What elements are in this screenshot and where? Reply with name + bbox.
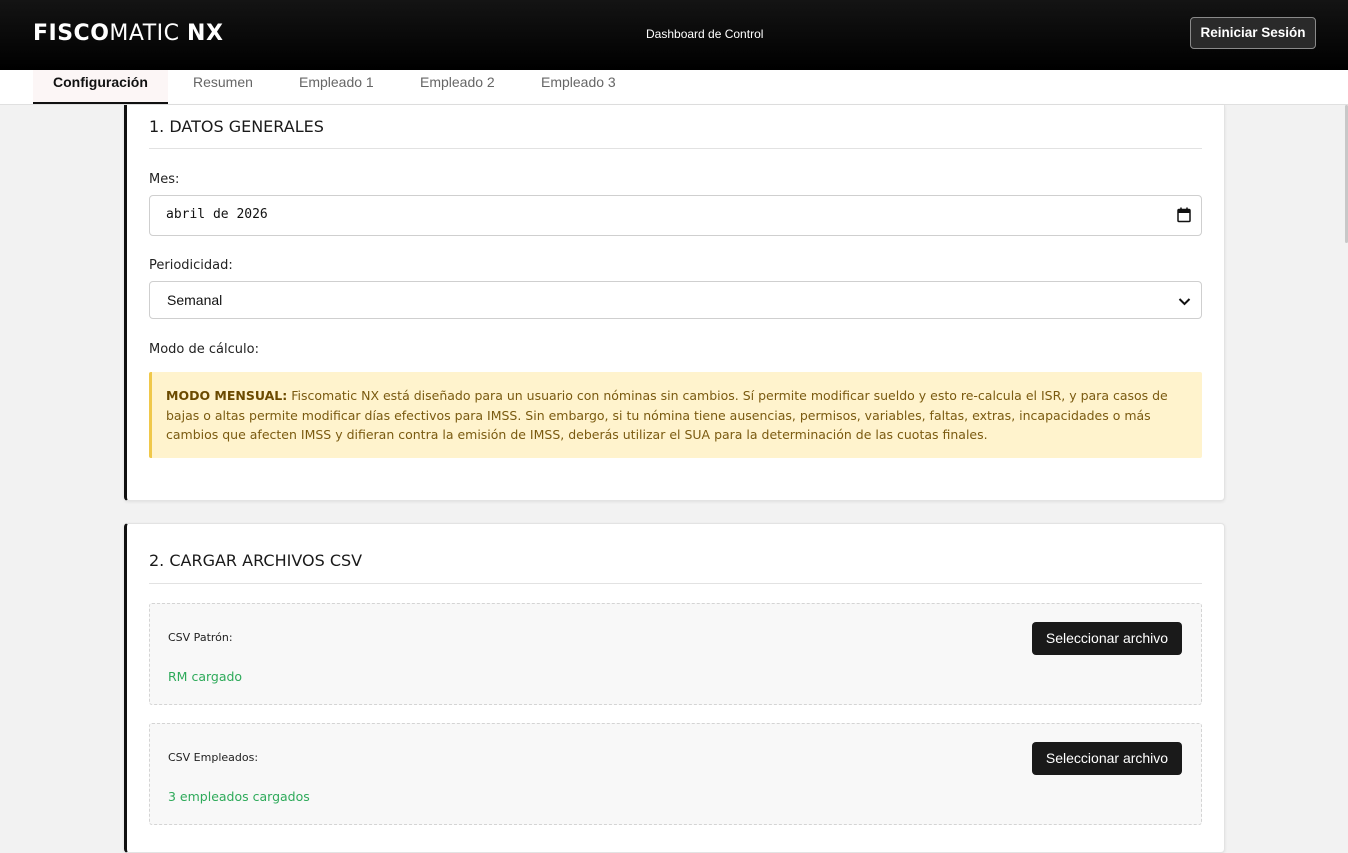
tab-empleado-3[interactable]: Empleado 3 [521, 70, 636, 104]
chevron-down-icon [1178, 294, 1191, 312]
csv-upload-card: 2. CARGAR ARCHIVOS CSV CSV Patrón: RM ca… [124, 523, 1225, 853]
monthly-mode-notice: MODO MENSUAL: Fiscomatic NX está diseñad… [149, 372, 1202, 458]
month-label: Mes: [149, 172, 180, 187]
brand-logo: FISCOMATIC NX [33, 20, 223, 48]
notice-heading: MODO MENSUAL: [166, 388, 288, 403]
dashboard-title: Dashboard de Control [646, 27, 764, 41]
tab-resumen[interactable]: Resumen [173, 70, 273, 104]
brand-part-3: NX [187, 21, 224, 46]
patron-csv-label: CSV Patrón: [168, 631, 233, 644]
patron-csv-upload: CSV Patrón: RM cargado Seleccionar archi… [149, 603, 1202, 705]
select-patron-file-button[interactable]: Seleccionar archivo [1032, 622, 1182, 655]
calc-mode-label: Modo de cálculo: [149, 342, 259, 357]
periodicity-label: Periodicidad: [149, 258, 233, 273]
top-bar: FISCOMATIC NX Dashboard de Control Reini… [0, 0, 1348, 70]
employees-csv-upload: CSV Empleados: 3 empleados cargados Sele… [149, 723, 1202, 825]
tab-empleado-1[interactable]: Empleado 1 [279, 70, 394, 104]
patron-csv-status: RM cargado [168, 669, 243, 684]
tab-configuracion[interactable]: Configuración [33, 70, 168, 104]
month-value: abril de 2026 [166, 207, 268, 222]
tab-bar: Configuración Resumen Empleado 1 Emplead… [0, 70, 1348, 105]
month-input[interactable]: abril de 2026 [149, 195, 1202, 236]
employees-csv-status: 3 empleados cargados [168, 789, 310, 804]
select-employees-file-button[interactable]: Seleccionar archivo [1032, 742, 1182, 775]
periodicity-value: Semanal [167, 292, 223, 308]
notice-text: Fiscomatic NX está diseñado para un usua… [166, 388, 1168, 442]
general-data-title: 1. DATOS GENERALES [149, 117, 324, 136]
divider [149, 583, 1202, 584]
divider [149, 148, 1202, 149]
periodicity-select[interactable]: Semanal [149, 281, 1202, 319]
employees-csv-label: CSV Empleados: [168, 751, 259, 764]
reset-session-button[interactable]: Reiniciar Sesión [1190, 17, 1316, 49]
csv-upload-title: 2. CARGAR ARCHIVOS CSV [149, 551, 363, 570]
general-data-card: 1. DATOS GENERALES Mes: abril de 2026 Pe… [124, 105, 1225, 501]
calendar-icon[interactable] [1177, 207, 1191, 228]
brand-part-2: MATIC [109, 21, 180, 46]
tab-empleado-2[interactable]: Empleado 2 [400, 70, 515, 104]
brand-part-1: FISCO [33, 21, 110, 46]
